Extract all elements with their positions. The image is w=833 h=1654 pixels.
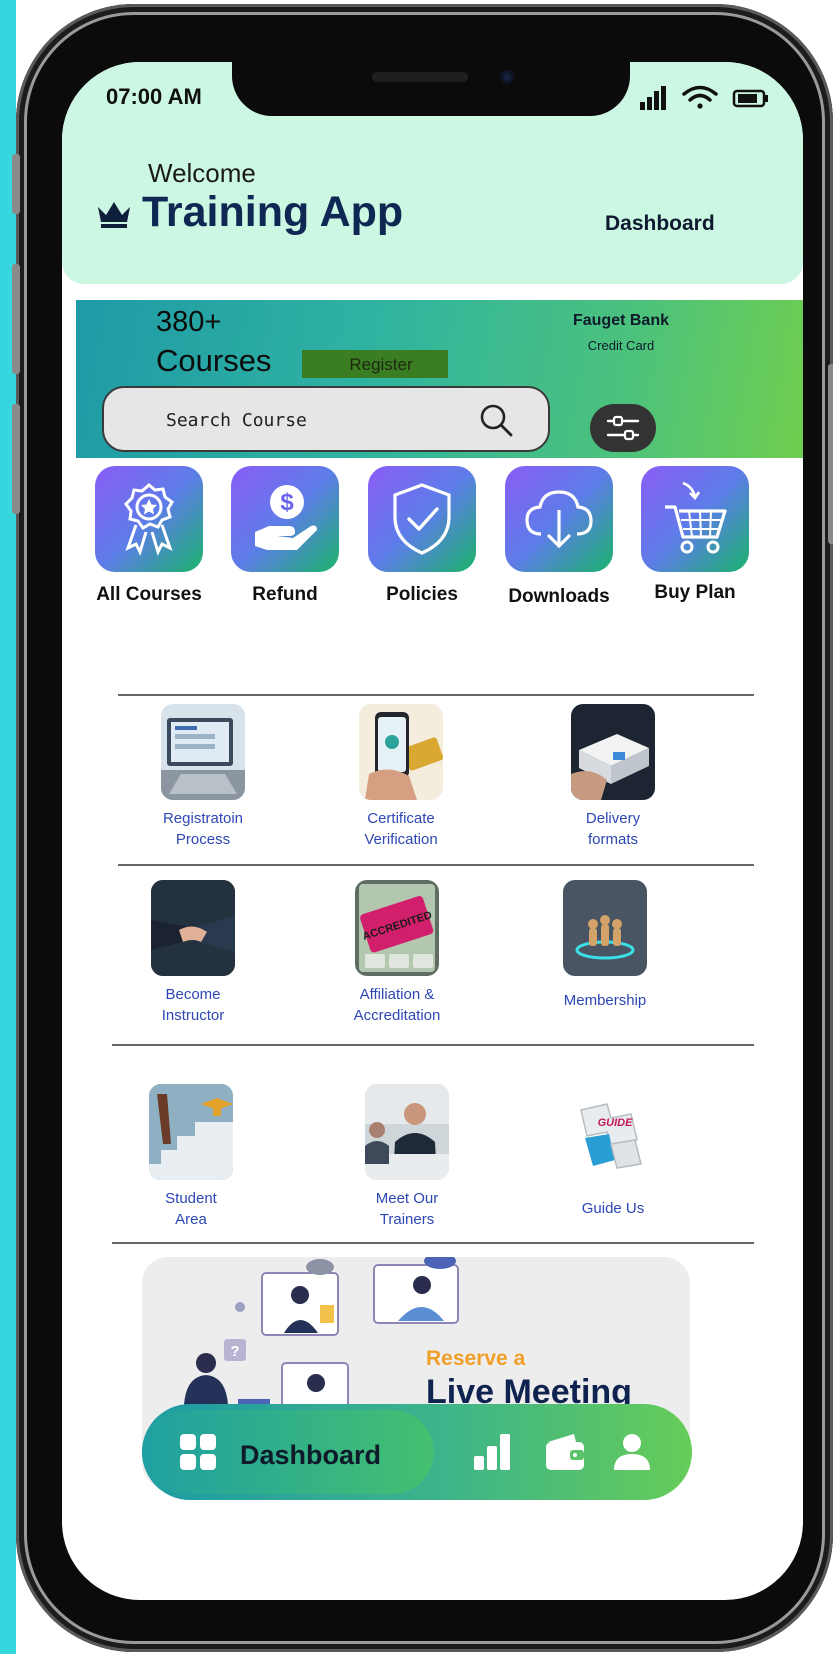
tile-downloads[interactable] [505, 466, 613, 572]
item-label: Certificate Verification [364, 810, 438, 848]
item-guide-us[interactable]: GUIDE Guide Us [518, 1084, 708, 1219]
bar-chart-icon[interactable] [472, 1432, 512, 1472]
divider [112, 1242, 754, 1244]
delivery-thumbnail [571, 704, 655, 800]
app-screen: 07:00 AM Welcome Training App Dashboard … [62, 62, 803, 1600]
accreditation-thumbnail: ACCREDITED [355, 880, 439, 976]
promo-reserve-text: Reserve a [426, 1347, 526, 1370]
mute-switch [12, 154, 20, 214]
award-badge-icon [124, 483, 174, 557]
category-label: Refund [252, 584, 318, 605]
category-label: Buy Plan [654, 582, 736, 603]
welcome-text: Welcome [148, 158, 256, 188]
divider [118, 864, 754, 866]
svg-text:GUIDE: GUIDE [598, 1117, 634, 1129]
sliders-icon [606, 415, 640, 441]
crown-icon [98, 202, 130, 228]
grid-icon [180, 1434, 216, 1470]
item-membership[interactable]: Membership [510, 880, 700, 1011]
category-label: All Courses [96, 584, 202, 605]
item-label: Registratoin Process [162, 810, 244, 848]
card-label: Credit Card [587, 338, 655, 353]
speaker [372, 72, 468, 82]
phone-frame: 07:00 AM Welcome Training App Dashboard … [12, 4, 833, 1652]
power-button [828, 364, 833, 544]
volume-up-button [12, 264, 20, 374]
cloud-download-icon [525, 490, 593, 549]
item-registration-process[interactable]: Registratoin Process [108, 704, 298, 850]
courses-banner: 380+ Courses Register Fauget Bank Credit… [76, 300, 803, 458]
nav-dashboard-label: Dashboard [240, 1440, 382, 1470]
category-downloads[interactable]: Downloads [504, 466, 614, 608]
camera [500, 70, 514, 84]
courses-label: Courses [156, 343, 272, 378]
battery-icon [732, 89, 768, 108]
registration-thumbnail [161, 704, 245, 800]
category-refund[interactable]: $ Refund [230, 466, 340, 606]
item-label: Guide Us [581, 1200, 645, 1217]
tile-all-courses[interactable] [95, 466, 203, 572]
item-label: Affiliation & Accreditation [353, 986, 441, 1024]
category-buy-plan[interactable]: Buy Plan [640, 466, 750, 604]
dashboard-link[interactable]: Dashboard [605, 212, 715, 236]
wifi-icon [682, 85, 718, 109]
filter-button[interactable] [590, 404, 656, 452]
item-affiliation-accreditation[interactable]: ACCREDITED Affiliation & Accreditation [302, 880, 492, 1026]
tile-buy-plan[interactable] [641, 466, 749, 572]
search-input[interactable] [164, 402, 468, 438]
student-thumbnail [149, 1084, 233, 1180]
shopping-cart-icon [665, 481, 727, 554]
certificate-thumbnail [359, 704, 443, 800]
item-label: Meet Our Trainers [375, 1190, 439, 1228]
membership-thumbnail [563, 880, 647, 976]
item-meet-our-trainers[interactable]: Meet Our Trainers [312, 1084, 502, 1230]
search-box[interactable] [102, 386, 550, 452]
category-label: Policies [386, 584, 458, 605]
volume-down-button [12, 404, 20, 514]
guide-thumbnail: GUIDE [571, 1084, 655, 1180]
course-count: 380+ [156, 306, 222, 338]
item-label: Student Area [165, 1190, 217, 1228]
item-certificate-verification[interactable]: Certificate Verification [306, 704, 496, 850]
search-icon[interactable] [476, 400, 516, 440]
register-button[interactable]: Register [302, 350, 448, 378]
svg-text:$: $ [280, 489, 294, 516]
category-policies[interactable]: Policies [367, 466, 477, 606]
item-label: Membership [563, 992, 647, 1009]
user-profile-icon[interactable] [612, 1432, 652, 1472]
refund-hand-icon: $ [255, 485, 317, 550]
category-all-courses[interactable]: All Courses [94, 466, 204, 606]
svg-text:?: ? [230, 1343, 239, 1360]
wallet-icon[interactable] [544, 1432, 586, 1472]
nav-dashboard[interactable]: Dashboard [142, 1410, 434, 1494]
category-label: Downloads [508, 586, 610, 607]
notch [232, 62, 630, 116]
status-icons [640, 85, 768, 110]
signal-icon [640, 86, 666, 110]
item-delivery-formats[interactable]: Delivery formats [518, 704, 708, 850]
item-label: Become Instructor [161, 986, 225, 1024]
divider [112, 1044, 754, 1046]
tile-refund[interactable]: $ [231, 466, 339, 572]
trainers-thumbnail [365, 1084, 449, 1180]
tile-policies[interactable] [368, 466, 476, 572]
item-label: Delivery formats [585, 810, 641, 848]
divider [118, 694, 754, 696]
item-become-instructor[interactable]: Become Instructor [98, 880, 288, 1026]
status-time: 07:00 AM [106, 84, 202, 109]
instructor-thumbnail [151, 880, 235, 976]
bank-name: Fauget Bank [572, 312, 669, 329]
item-student-area[interactable]: Student Area [96, 1084, 286, 1230]
bottom-nav: Dashboard [142, 1404, 692, 1500]
background-accent [0, 0, 16, 1654]
shield-check-icon [393, 483, 451, 555]
app-title: Training App [142, 188, 404, 236]
